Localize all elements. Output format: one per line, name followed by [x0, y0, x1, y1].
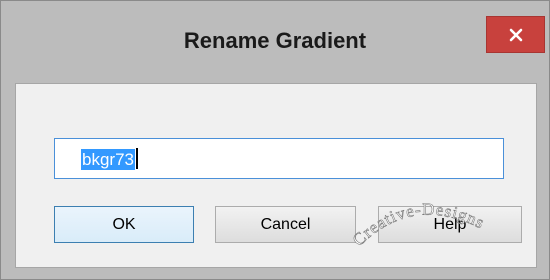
cancel-button[interactable]: Cancel — [215, 206, 356, 243]
title-bar[interactable]: Rename Gradient — [1, 1, 549, 83]
dialog-title: Rename Gradient — [183, 28, 367, 53]
close-button[interactable] — [486, 16, 545, 53]
selected-text: bkgr73 — [81, 149, 135, 170]
help-button[interactable]: Help — [378, 206, 522, 243]
close-icon — [509, 28, 522, 41]
gradient-name-input[interactable]: bkgr73 — [54, 138, 504, 179]
rename-gradient-dialog: Rename Gradient bkgr73 OK Cancel Help Cr… — [0, 0, 550, 280]
ok-button[interactable]: OK — [54, 206, 194, 243]
text-caret — [135, 148, 138, 169]
